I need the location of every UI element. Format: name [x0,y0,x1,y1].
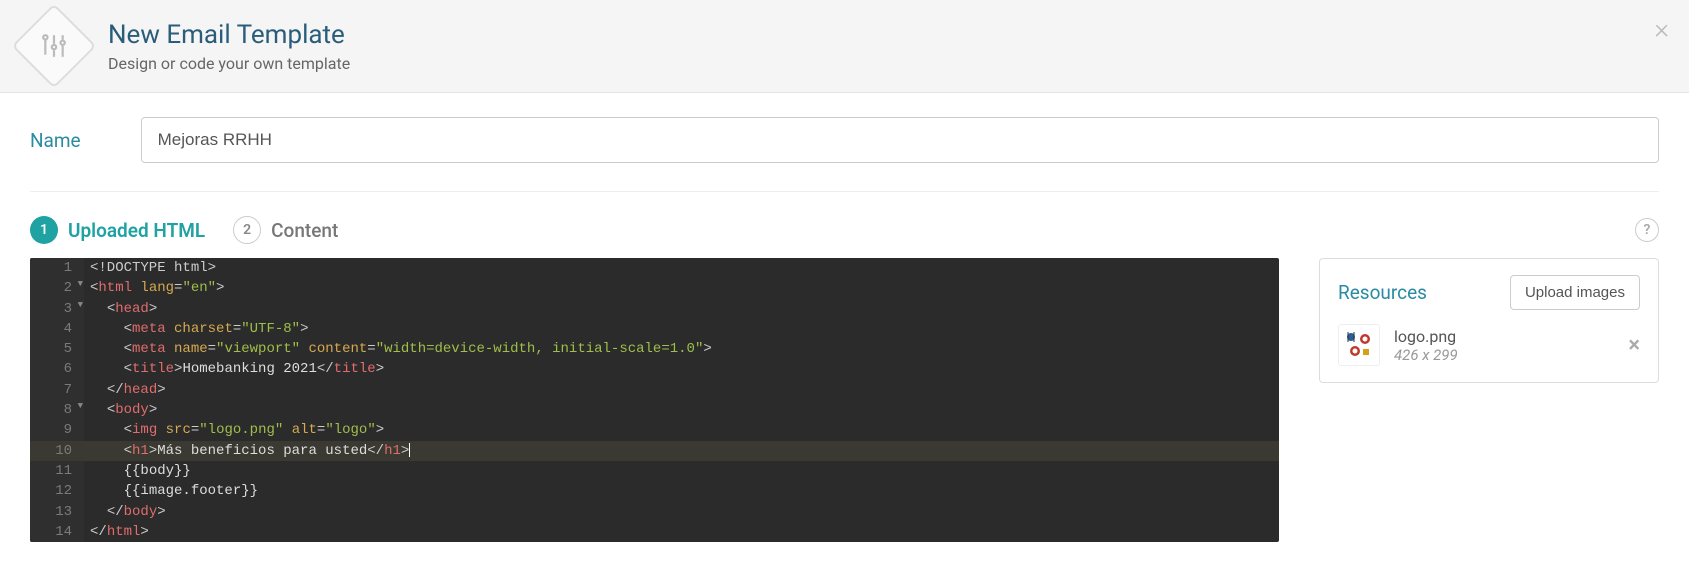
line-number: 4 [30,319,84,339]
close-icon[interactable]: × [1654,12,1669,45]
step-uploaded-html[interactable]: 1 Uploaded HTML [30,216,205,244]
line-number: 13 [30,502,84,522]
step-number: 2 [233,216,261,244]
resources-title: Resources [1338,281,1427,304]
line-number: 14 [30,522,84,542]
page-title: New Email Template [108,20,350,50]
resource-filename: logo.png [1394,327,1458,346]
text-cursor [409,443,410,457]
step-label: Content [271,219,338,242]
delete-resource-icon[interactable]: × [1628,333,1640,358]
line-number: 8▼ [30,400,84,420]
line-number: 10 [30,441,84,461]
modal-header: New Email Template Design or code your o… [0,0,1689,93]
name-row: Name [30,117,1659,192]
fold-icon[interactable]: ▼ [78,299,83,312]
line-number: 7 [30,380,84,400]
help-icon[interactable]: ? [1635,218,1659,242]
code-editor[interactable]: 1 <!DOCTYPE html> 2▼ <html lang="en"> 3▼… [30,258,1279,542]
resource-dimensions: 426 x 299 [1394,346,1458,364]
line-number: 6 [30,359,84,379]
line-number: 1 [30,258,84,278]
line-number: 11 [30,461,84,481]
template-settings-icon [12,4,97,89]
line-number: 9 [30,420,84,440]
name-label: Name [30,129,81,152]
fold-icon[interactable]: ▼ [78,278,83,291]
resource-thumbnail [1338,324,1380,366]
line-number: 3▼ [30,299,84,319]
line-number: 5 [30,339,84,359]
step-number: 1 [30,216,58,244]
template-name-input[interactable] [141,117,1659,163]
page-subtitle: Design or code your own template [108,54,350,73]
step-label: Uploaded HTML [68,219,205,242]
upload-images-button[interactable]: Upload images [1510,275,1640,310]
line-number: 2▼ [30,278,84,298]
line-number: 12 [30,481,84,501]
fold-icon[interactable]: ▼ [78,400,83,413]
resources-panel: Resources Upload images [1319,258,1659,383]
resource-item[interactable]: logo.png 426 x 299 × [1338,324,1640,366]
steps-nav: 1 Uploaded HTML 2 Content ? [30,216,1659,244]
step-content[interactable]: 2 Content [233,216,338,244]
